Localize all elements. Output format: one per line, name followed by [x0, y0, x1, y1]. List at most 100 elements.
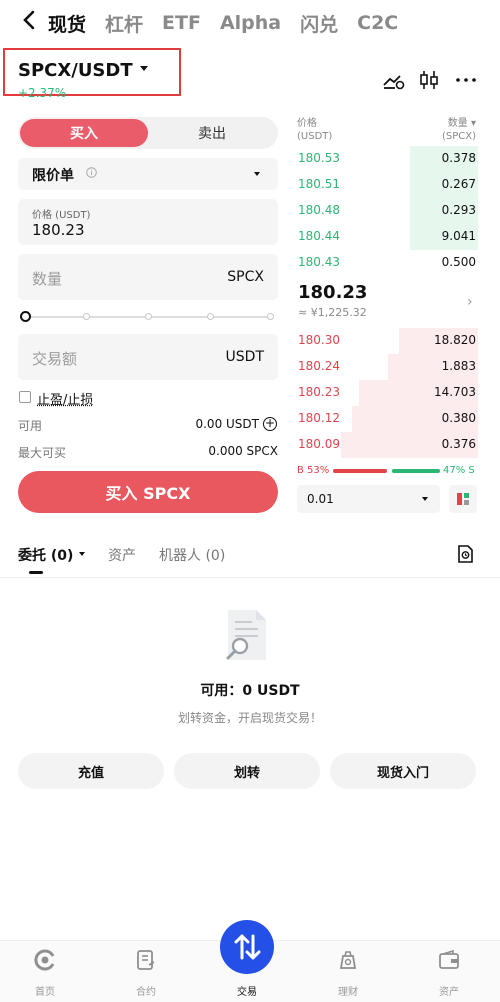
divider: [0, 577, 500, 578]
quantity-placeholder: 数量: [32, 270, 63, 288]
home-icon: [33, 949, 57, 976]
tab-bots[interactable]: 机器人 (0): [159, 545, 225, 565]
swap-vertical-icon: [220, 934, 274, 978]
price-header-unit: (USDT): [297, 131, 333, 142]
quantity-field[interactable]: 数量 SPCX: [18, 254, 278, 300]
tab-alpha[interactable]: Alpha: [220, 12, 281, 34]
row-price: 180.23: [298, 385, 340, 399]
trend-chart-icon[interactable]: [382, 68, 406, 92]
slider-step-25[interactable]: [83, 313, 90, 320]
tab-margin[interactable]: 杠杆: [105, 10, 143, 37]
candlestick-icon[interactable]: [417, 68, 441, 92]
row-qty: 0.376: [441, 437, 476, 451]
bid-row[interactable]: 180.09 0.376: [298, 432, 478, 458]
plus-icon[interactable]: +: [263, 417, 277, 431]
ask-row[interactable]: 180.44 9.041: [298, 224, 478, 250]
max-buy-value: 0.000 SPCX: [208, 444, 278, 458]
nav-home[interactable]: 首页: [15, 948, 75, 998]
more-icon[interactable]: [454, 68, 478, 92]
bid-row[interactable]: 180.12 0.380: [298, 406, 478, 432]
row-price: 180.24: [298, 359, 340, 373]
nav-label: 合约: [136, 987, 156, 998]
buy-ratio: B 53%: [297, 465, 330, 476]
total-field[interactable]: 交易额 USDT: [18, 334, 278, 380]
info-icon[interactable]: [86, 167, 97, 181]
chevron-down-icon: [254, 172, 260, 176]
chevron-down-icon[interactable]: [79, 552, 85, 556]
row-qty: 0.380: [441, 411, 476, 425]
row-price: 180.48: [298, 203, 340, 217]
chevron-down-icon: [422, 497, 428, 501]
tab-convert[interactable]: 闪兑: [300, 10, 338, 37]
row-price: 180.51: [298, 177, 340, 191]
price-input[interactable]: 180.23: [32, 221, 85, 239]
available-value: 0.00 USDT: [195, 417, 259, 431]
slider-handle[interactable]: [20, 311, 31, 322]
back-icon[interactable]: [22, 10, 48, 36]
orderbook-price-header: 价格 (USDT): [297, 117, 332, 143]
deposit-button[interactable]: 充值: [18, 753, 164, 789]
bid-row[interactable]: 180.30 18.820: [298, 328, 478, 354]
bid-row[interactable]: 180.24 1.883: [298, 354, 478, 380]
nav-label: 交易: [237, 987, 257, 998]
tab-etf[interactable]: ETF: [162, 12, 201, 34]
buy-tab[interactable]: 买入: [20, 119, 148, 147]
tab-spot[interactable]: 现货: [48, 10, 86, 37]
order-history-icon[interactable]: [456, 544, 474, 568]
chevron-down-icon: ▾: [470, 118, 476, 129]
slider-step-50[interactable]: [145, 313, 152, 320]
slider-step-75[interactable]: [207, 313, 214, 320]
sell-tab[interactable]: 卖出: [148, 119, 276, 147]
row-qty: 0.293: [441, 203, 476, 217]
transfer-button[interactable]: 划转: [174, 753, 320, 789]
slider-step-100[interactable]: [267, 313, 274, 320]
row-qty: 0.378: [441, 151, 476, 165]
tab-assets[interactable]: 资产: [108, 545, 136, 565]
total-unit: USDT: [225, 349, 264, 365]
nav-futures[interactable]: 合约: [116, 948, 176, 998]
empty-title: 可用：0 USDT: [200, 683, 300, 699]
ask-row[interactable]: 180.53 0.378: [298, 146, 478, 172]
row-qty: 18.820: [434, 333, 476, 347]
futures-icon: [134, 950, 158, 976]
tab-c2c[interactable]: C2C: [357, 12, 398, 34]
tab-open-orders[interactable]: 委托 (0): [18, 545, 73, 565]
nav-assets[interactable]: 资产: [419, 948, 479, 998]
tpsl-label[interactable]: 止盈/止损: [37, 389, 93, 408]
nav-label: 理财: [338, 987, 358, 998]
pair-name[interactable]: SPCX/USDT: [18, 60, 133, 81]
price-caption: 价格 (USDT): [32, 210, 91, 221]
row-price: 180.53: [298, 151, 340, 165]
bid-row[interactable]: 180.23 14.703: [298, 380, 478, 406]
tpsl-checkbox[interactable]: [19, 391, 31, 403]
row-price: 180.44: [298, 229, 340, 243]
precision-value: 0.01: [307, 492, 334, 506]
orderbook-layout-button[interactable]: [449, 485, 477, 513]
earn-icon: [336, 951, 360, 976]
buy-submit-button[interactable]: 买入 SPCX: [18, 471, 278, 513]
qty-header-unit: (SPCX): [441, 131, 476, 142]
trade-fab[interactable]: [220, 920, 274, 974]
empty-subtitle: 划转资金，开启现货交易！: [177, 711, 322, 725]
price-field[interactable]: 价格 (USDT) 180.23: [18, 199, 278, 245]
ask-row[interactable]: 180.43 0.500: [298, 250, 478, 276]
nav-earn[interactable]: 理财: [318, 948, 378, 998]
last-price-fiat: ≈ ¥1,225.32: [298, 306, 367, 319]
nav-label: 首页: [35, 987, 55, 998]
row-qty: 0.500: [441, 255, 476, 269]
row-qty: 1.883: [441, 359, 476, 373]
row-qty: 0.267: [441, 177, 476, 191]
chevron-right-icon[interactable]: ›: [467, 294, 473, 310]
ask-row[interactable]: 180.48 0.293: [298, 198, 478, 224]
row-price: 180.30: [298, 333, 340, 347]
chevron-down-icon[interactable]: [140, 66, 148, 71]
order-type-select[interactable]: 限价单: [18, 158, 278, 190]
ask-row[interactable]: 180.51 0.267: [298, 172, 478, 198]
orderbook-qty-header[interactable]: 数量 ▾ (SPCX): [442, 117, 476, 143]
spot-guide-button[interactable]: 现货入门: [330, 753, 476, 789]
available-label: 可用: [18, 419, 43, 433]
precision-select[interactable]: 0.01: [297, 485, 440, 513]
price-header-text: 价格: [297, 118, 317, 129]
tab-underline: [29, 571, 43, 574]
row-qty: 9.041: [441, 229, 476, 243]
